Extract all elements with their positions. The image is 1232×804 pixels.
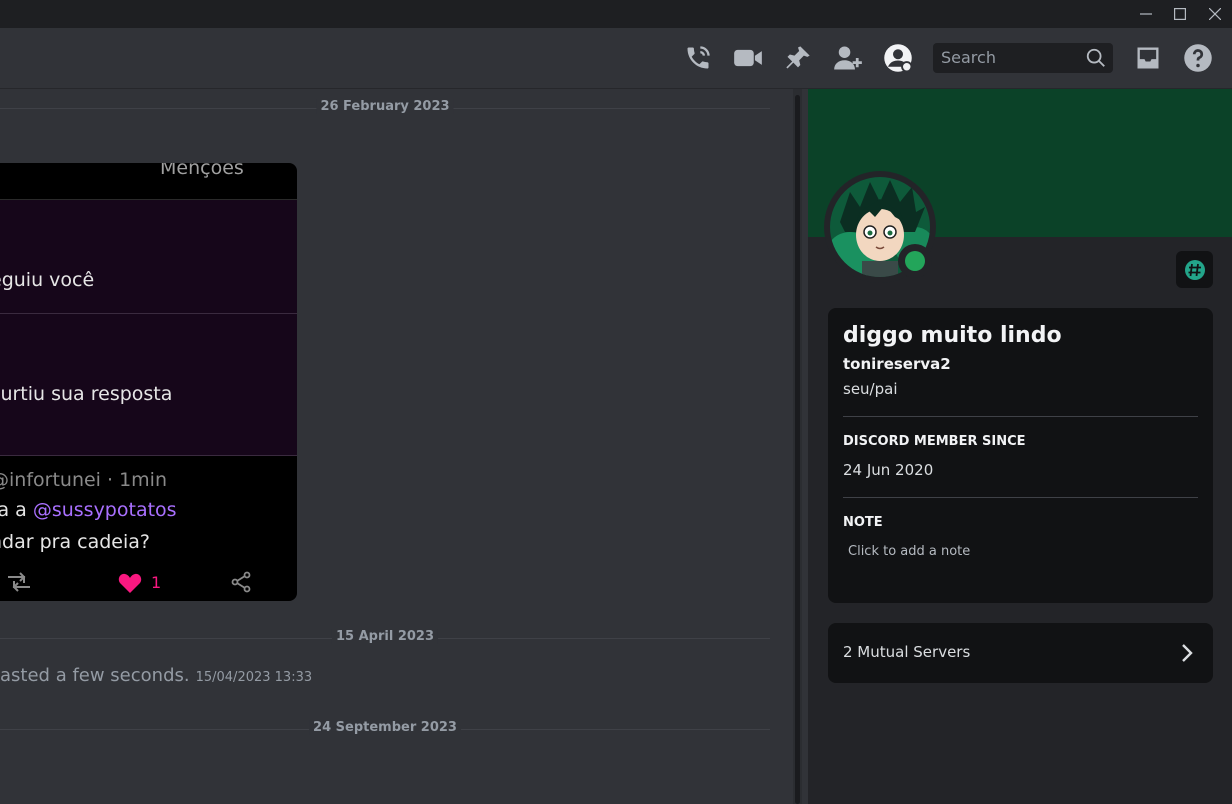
- minimize-icon: [1140, 13, 1152, 15]
- inbox-icon: [1137, 47, 1159, 69]
- help-button[interactable]: [1182, 42, 1214, 74]
- minimize-button[interactable]: [1128, 0, 1164, 28]
- username: tonireserva2: [843, 355, 951, 373]
- embed-reply-to-prefix: ta a: [0, 499, 27, 521]
- channel-header: Search: [0, 28, 1232, 89]
- search-icon: [1086, 48, 1105, 67]
- chat-messages[interactable]: 26 February 2023 Menções eguiu você curt…: [0, 89, 793, 804]
- video-icon: [734, 49, 762, 67]
- online-status-dot: [905, 251, 925, 271]
- chat-scrollbar-thumb[interactable]: [795, 95, 800, 804]
- close-button[interactable]: [1197, 0, 1232, 28]
- user-profile-icon: [884, 44, 913, 73]
- image-attachment[interactable]: Menções eguiu você curtiu sua resposta r…: [0, 163, 297, 601]
- pronouns: seu/pai: [843, 380, 898, 398]
- retweet-icon: [8, 572, 30, 592]
- note-heading: NOTE: [843, 515, 883, 530]
- search-input[interactable]: Search: [933, 43, 1113, 73]
- embed-reply-to: ta a @sussypotatos: [0, 499, 177, 521]
- add-friends-to-dm-button[interactable]: [832, 42, 864, 74]
- embed-tab-bar: Menções: [0, 163, 297, 200]
- phone-call-icon: [687, 46, 710, 69]
- maximize-button[interactable]: [1162, 0, 1198, 28]
- embed-reply-handle: @infortunei · 1min: [0, 469, 167, 491]
- section-divider: [843, 416, 1198, 417]
- embed-notification: curtiu sua resposta r: [0, 314, 297, 456]
- member-since-heading: DISCORD MEMBER SINCE: [843, 434, 1026, 449]
- member-since-date: 24 Jun 2020: [843, 461, 934, 479]
- share-icon: [231, 571, 251, 593]
- show-user-profile-button[interactable]: [882, 42, 914, 74]
- embed-reply-text: ndar pra cadeia?: [0, 531, 150, 553]
- display-name: diggo muito lindo: [843, 323, 1062, 348]
- chevron-right-icon: [1182, 644, 1193, 662]
- embed-notification-text: eguiu você: [0, 269, 95, 291]
- heart-icon: [118, 573, 142, 593]
- help-icon: [1184, 44, 1212, 72]
- add-friend-icon: [834, 46, 862, 70]
- mutual-servers-label: 2 Mutual Servers: [843, 643, 971, 661]
- start-video-call-button[interactable]: [732, 42, 764, 74]
- user-profile-panel: diggo muito lindo tonireserva2 seu/pai D…: [808, 89, 1232, 804]
- embed-like-count: 1: [151, 573, 162, 592]
- maximize-icon: [1174, 8, 1186, 20]
- embed-notification-text: curtiu sua resposta: [0, 383, 173, 405]
- embed-reply-to-user: @sussypotatos: [32, 499, 177, 521]
- note-input[interactable]: Click to add a note: [848, 544, 970, 559]
- embed-notification: eguiu você: [0, 200, 297, 314]
- online-status-indicator: [898, 244, 932, 278]
- pinned-messages-button[interactable]: [782, 42, 814, 74]
- close-icon: [1209, 8, 1221, 20]
- embed-mentions-tab: Menções: [160, 163, 244, 179]
- profile-badge[interactable]: [1176, 251, 1213, 288]
- mutual-servers-button[interactable]: 2 Mutual Servers: [828, 623, 1213, 683]
- profile-info-card: diggo muito lindo tonireserva2 seu/pai D…: [828, 308, 1213, 603]
- date-divider-label: 24 September 2023: [309, 720, 461, 735]
- hashtag-badge-icon: [1184, 259, 1205, 280]
- date-divider: 15 April 2023: [0, 629, 770, 644]
- search-placeholder: Search: [941, 48, 996, 67]
- date-divider: 24 September 2023: [0, 720, 770, 735]
- date-divider-label: 26 February 2023: [316, 99, 454, 114]
- section-divider: [843, 497, 1198, 498]
- system-message-timestamp: 15/04/2023 13:33: [195, 670, 313, 685]
- system-message: asted a few seconds. 15/04/2023 13:33: [0, 665, 312, 686]
- date-divider: 26 February 2023: [0, 99, 770, 114]
- system-message-text: asted a few seconds.: [0, 665, 190, 686]
- date-divider-label: 15 April 2023: [331, 629, 439, 644]
- inbox-button[interactable]: [1132, 42, 1164, 74]
- pin-icon: [786, 46, 810, 69]
- window-titlebar: [0, 0, 1232, 28]
- start-voice-call-button[interactable]: [682, 42, 714, 74]
